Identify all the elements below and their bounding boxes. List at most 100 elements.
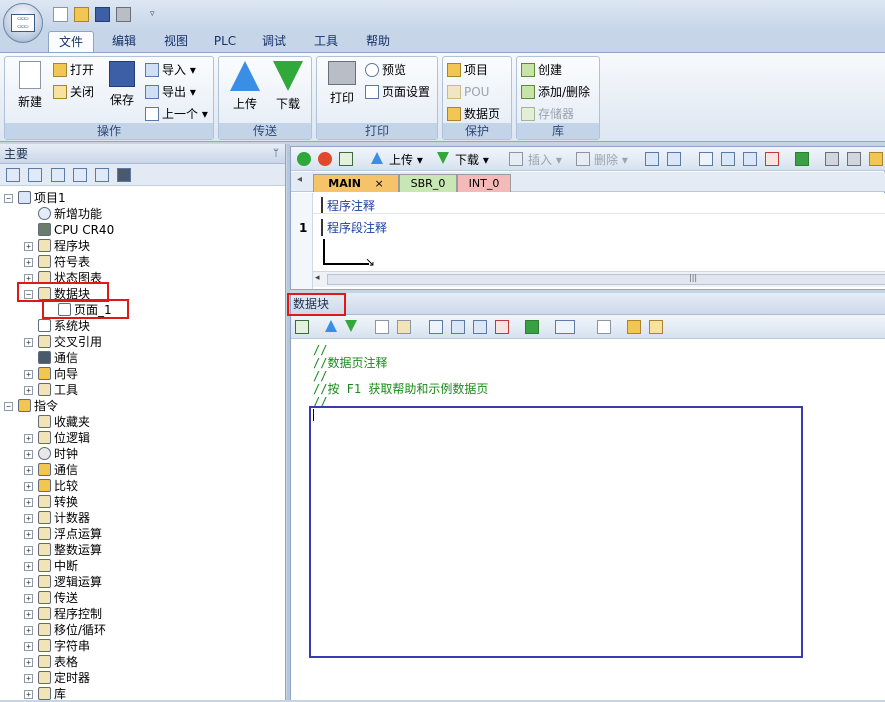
add-delete-library-button[interactable]: 添加/删除 [521,82,590,102]
run-icon[interactable] [297,152,311,166]
expand-icon[interactable]: + [24,626,33,635]
tab-help[interactable]: 帮助 [358,31,398,52]
tree-item-whats-new[interactable]: 新增功能 [38,206,102,222]
tree-item-cross-reference[interactable]: + 交叉引用 [24,334,102,350]
expand-icon[interactable]: + [24,514,33,523]
tree-item-interrupt[interactable]: + 中断 [24,558,78,574]
delete-row-icon[interactable] [765,152,779,166]
expand-icon[interactable]: + [24,386,33,395]
stop-icon[interactable] [318,152,332,166]
tab-plc[interactable]: PLC [205,31,245,52]
program-comment[interactable]: 程序注释 [321,197,375,214]
expand-icon[interactable]: + [24,434,33,443]
tree-item-logic-ops[interactable]: + 逻辑运算 [24,574,102,590]
tree-item-move[interactable]: + 传送 [24,590,78,606]
tree-item-shift-rotate[interactable]: + 移位/循环 [24,622,106,638]
segment-comment[interactable]: 程序段注释 [321,219,387,236]
expand-icon[interactable]: + [24,242,33,251]
tree-item-clock[interactable]: + 时钟 [24,446,78,462]
scroll-left-icon[interactable]: ◂ [315,273,320,283]
delete-page-icon[interactable] [397,320,411,334]
tree-item-instructions[interactable]: − 指令 [4,398,58,414]
tree-item-program-control[interactable]: + 程序控制 [24,606,102,622]
preview-button[interactable]: 预览 [365,60,406,80]
bookmark-icon[interactable] [645,152,659,166]
table-icon[interactable] [28,168,42,182]
expand-icon[interactable]: + [24,338,33,347]
save-button[interactable]: 保存 [102,61,142,108]
tab-file[interactable]: 文件 [48,31,94,52]
expand-icon[interactable]: + [24,642,33,651]
open-button[interactable]: 打开 [53,60,94,80]
toolbar-insert-button[interactable]: 插入 ▾ [528,151,562,168]
expand-icon[interactable]: + [24,690,33,699]
tree-item-instr-communication[interactable]: + 通信 [24,462,78,478]
tree-item-string[interactable]: + 字符串 [24,638,90,654]
bookmark-icon[interactable] [429,320,443,334]
tree-item-float-math[interactable]: + 浮点运算 [24,526,102,542]
expand-icon[interactable]: + [24,466,33,475]
tree-item-timer[interactable]: + 定时器 [24,670,90,686]
collapse-icon[interactable]: − [4,402,13,411]
unlock-icon[interactable] [847,152,861,166]
download-icon[interactable] [345,320,357,332]
application-menu-button[interactable]: ▭▭▭ ▭▭▭ [3,3,43,43]
create-library-button[interactable]: 创建 [521,60,562,80]
compile-icon[interactable] [339,152,353,166]
expand-icon[interactable]: + [24,258,33,267]
export-button[interactable]: 导出 ▾ [145,82,196,102]
close-tab-icon[interactable]: × [375,177,384,190]
go-icon[interactable] [795,152,809,166]
tree-item-convert[interactable]: + 转换 [24,494,78,510]
pin-icon[interactable]: ᛘ [273,144,279,164]
lock-icon[interactable] [825,152,839,166]
expand-icon[interactable]: + [24,498,33,507]
expand-icon[interactable]: + [24,674,33,683]
dropdown-icon[interactable] [555,320,575,334]
expand-icon[interactable]: + [24,370,33,379]
horizontal-scrollbar[interactable]: ◂ ||| [313,271,885,287]
project-protect-button[interactable]: 项目 [447,60,488,80]
download-icon[interactable] [437,152,449,164]
monitor-icon[interactable] [117,168,131,182]
tree-item-system-block[interactable]: 系统块 [38,318,90,334]
tree-item-wizard[interactable]: + 向导 [24,366,78,382]
bookmark-next-icon[interactable] [667,152,681,166]
new-file-icon[interactable] [53,7,68,22]
toolbar-delete-button[interactable]: 删除 ▾ [594,151,628,168]
forward-icon[interactable] [743,152,757,166]
tab-main[interactable]: MAIN × [313,174,399,192]
forward-icon[interactable] [473,320,487,334]
scroll-thumb[interactable] [327,274,885,285]
list-icon[interactable] [73,168,87,182]
document-icon[interactable] [51,168,65,182]
pou-protect-button[interactable]: POU [447,82,489,102]
memory-button[interactable]: 存储器 [521,104,574,124]
tree-item-counter[interactable]: + 计数器 [24,510,90,526]
print-button[interactable]: 打印 [322,61,362,106]
quick-access-dropdown[interactable]: ▿ [150,9,155,19]
tree-item-table[interactable]: + 表格 [24,654,78,670]
tab-tools[interactable]: 工具 [306,31,346,52]
download-button[interactable]: 下载 [268,61,308,112]
tree-item-favorites[interactable]: 收藏夹 [38,414,90,430]
expand-icon[interactable]: + [24,450,33,459]
scroll-left-arrow[interactable]: ◂ [297,174,302,185]
view-icon[interactable] [6,168,20,182]
expand-icon[interactable]: + [24,610,33,619]
expand-icon[interactable]: + [24,482,33,491]
back-icon[interactable] [451,320,465,334]
save-icon[interactable] [95,7,110,22]
collapse-icon[interactable]: − [4,194,13,203]
expand-icon[interactable]: + [24,530,33,539]
delete-row-icon[interactable] [495,320,509,334]
insert-page-icon[interactable] [375,320,389,334]
print-icon[interactable] [116,7,131,22]
new-button[interactable]: 新建 [10,61,50,110]
tree-item-project[interactable]: − 项目1 [4,190,66,206]
tab-edit[interactable]: 编辑 [104,31,144,52]
tree-item-compare[interactable]: + 比较 [24,478,78,494]
tree-item-symbol-table[interactable]: + 符号表 [24,254,90,270]
upload-button[interactable]: 上传 [225,61,265,112]
tree-item-communication[interactable]: 通信 [38,350,78,366]
